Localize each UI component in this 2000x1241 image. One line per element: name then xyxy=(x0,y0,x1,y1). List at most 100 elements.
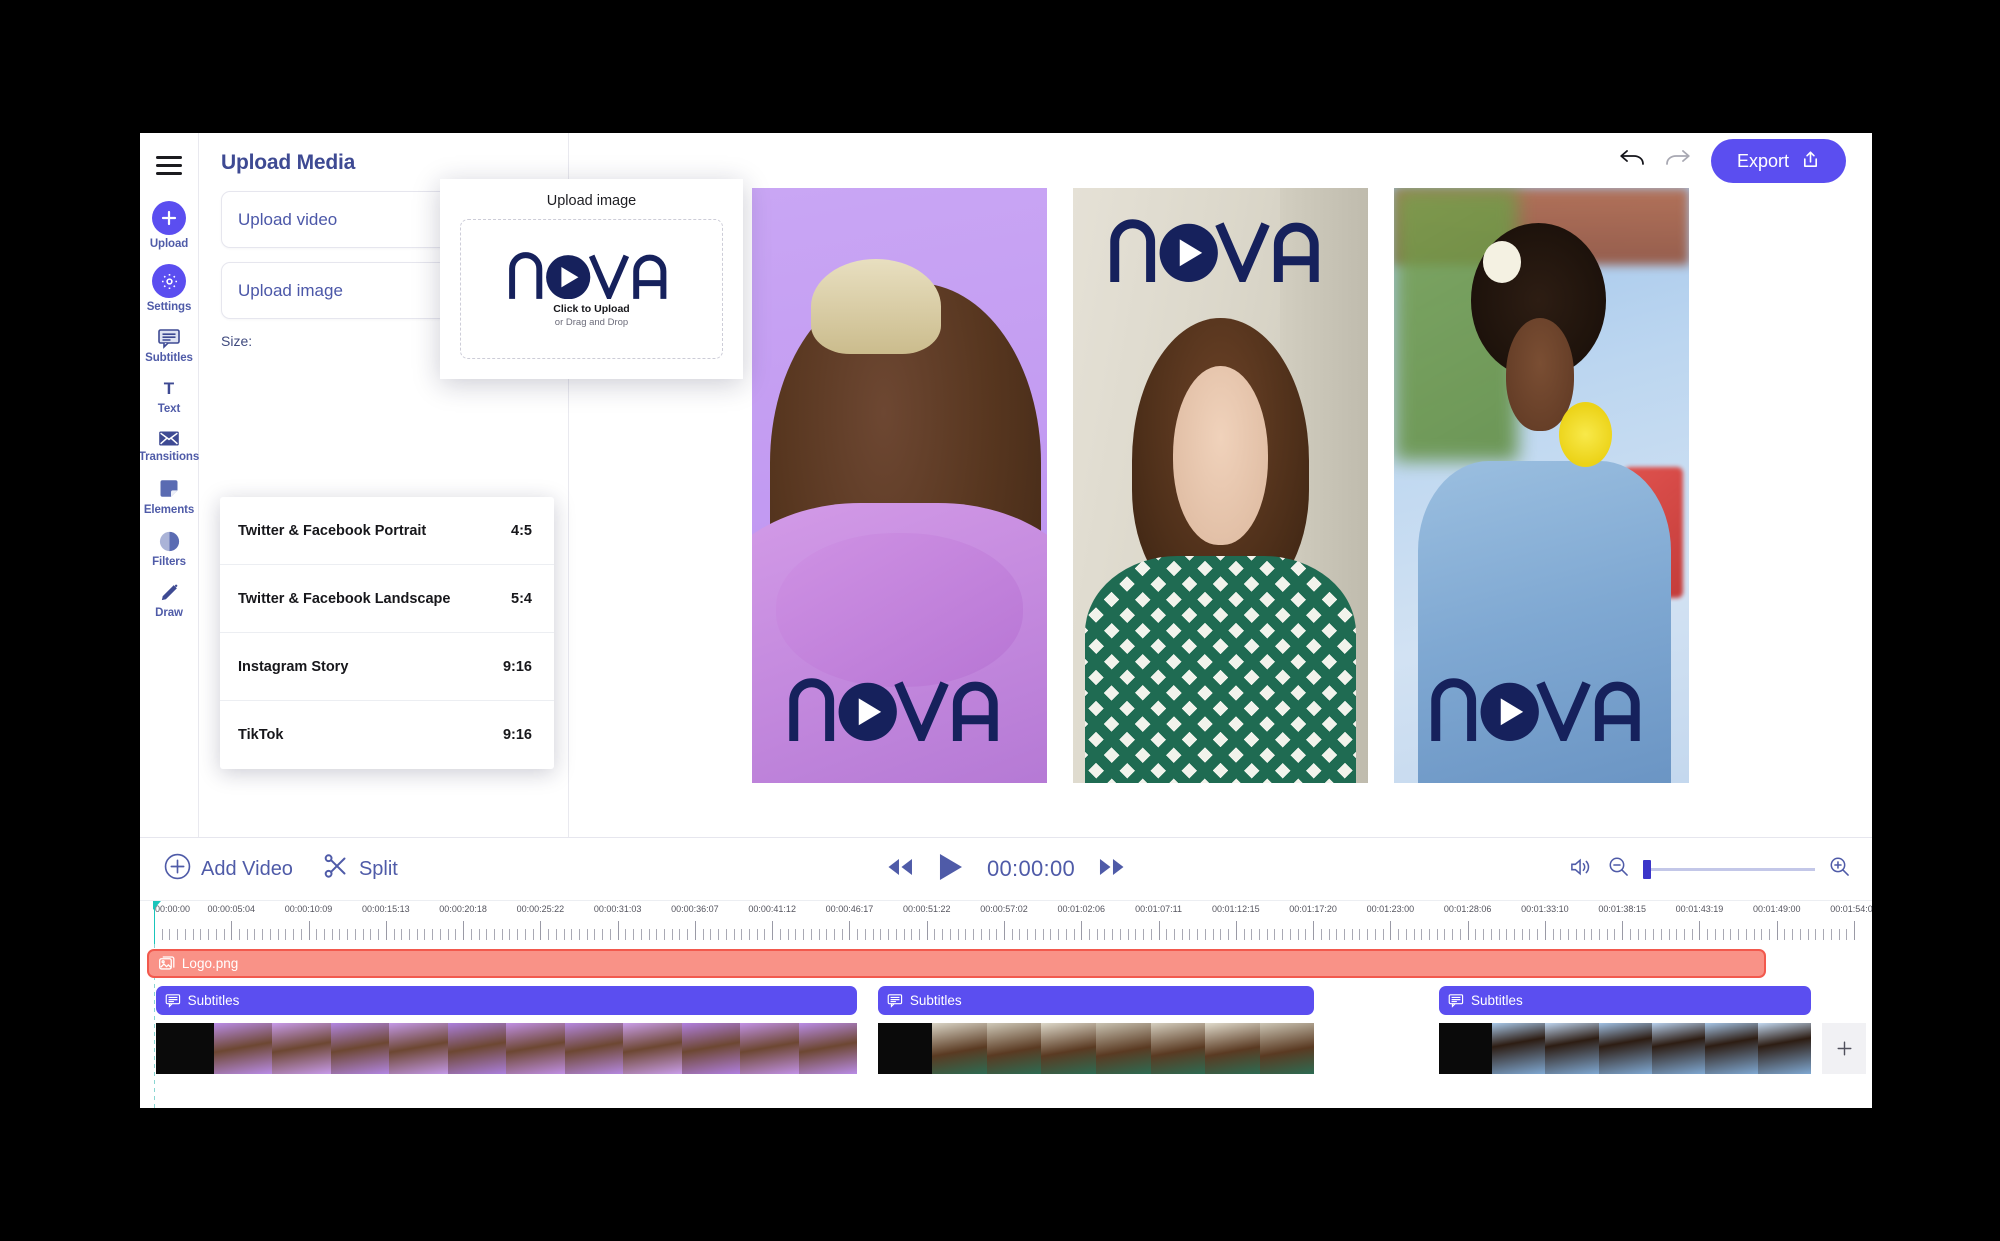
speaker-icon[interactable] xyxy=(1569,856,1594,883)
timeline-ruler[interactable]: 00:00:00 00:00:05:04 00:00:10:09 00:00:15:1… xyxy=(140,900,1872,944)
add-track-button[interactable] xyxy=(1822,1023,1866,1074)
thumbnail-frame xyxy=(798,1023,858,1074)
ruler-tick-minor xyxy=(470,929,472,940)
thumbnail-frame xyxy=(1096,1023,1151,1074)
sidebar-item-draw[interactable]: Draw xyxy=(140,582,198,619)
left-tool-rail: Upload Settings Subtitles T Text Transit… xyxy=(140,133,199,837)
sidebar-item-text[interactable]: T Text xyxy=(140,378,198,415)
thumbnail-frame xyxy=(1598,1023,1652,1074)
ruler-tick-minor xyxy=(640,929,642,940)
speech-bubble-icon xyxy=(887,993,903,1008)
playhead[interactable] xyxy=(153,901,161,944)
image-dropzone[interactable]: Click to Upload or Drag and Drop xyxy=(460,219,723,359)
thumbnail-frame xyxy=(447,1023,507,1074)
sidebar-item-label: Elements xyxy=(143,504,195,516)
rewind-icon[interactable] xyxy=(885,856,915,883)
ruler-tick-minor xyxy=(262,929,264,940)
ruler-tick-minor xyxy=(354,929,356,940)
ruler-tick-minor xyxy=(239,929,240,940)
ruler-tick-major xyxy=(1467,921,1469,940)
thumbnail-group[interactable] xyxy=(1439,1023,1812,1074)
undo-arrow-icon[interactable] xyxy=(1619,149,1645,173)
size-option-tiktok[interactable]: TikTok 9:16 xyxy=(220,701,554,769)
ruler-tick-minor xyxy=(1483,929,1485,940)
size-option-instagram-story[interactable]: Instagram Story 9:16 xyxy=(220,633,554,701)
sidebar-item-filters[interactable]: Filters xyxy=(140,530,198,568)
ruler-tick-minor xyxy=(1382,929,1384,940)
ruler-tick-minor xyxy=(1583,929,1585,940)
timeline-clip-subtitles-2[interactable]: Subtitles xyxy=(877,986,1315,1015)
ruler-tick-minor xyxy=(215,929,217,940)
play-icon[interactable] xyxy=(937,852,965,887)
timeline-clip-subtitles-1[interactable]: Subtitles xyxy=(155,986,858,1015)
sidebar-item-subtitles[interactable]: Subtitles xyxy=(140,327,198,364)
sidebar-item-upload[interactable]: Upload xyxy=(140,201,198,250)
ruler-tick-major xyxy=(617,921,619,940)
ruler-tick-minor xyxy=(424,929,426,940)
zoom-slider[interactable] xyxy=(1643,859,1815,879)
ruler-tick-minor xyxy=(517,929,519,940)
envelope-icon xyxy=(158,429,180,448)
thumbnail-group[interactable] xyxy=(155,1023,858,1074)
preview-card-3[interactable] xyxy=(1394,187,1689,783)
size-option-ratio: 9:16 xyxy=(502,727,532,743)
sidebar-item-label: Upload xyxy=(149,238,189,250)
upload-image-dialog-title: Upload image xyxy=(546,193,637,209)
ruler-tick-label: 00:00:57:02 xyxy=(980,904,1028,914)
ruler-tick-minor xyxy=(1220,929,1222,940)
thumbnail-group[interactable] xyxy=(877,1023,1315,1074)
redo-arrow-icon[interactable] xyxy=(1665,149,1691,173)
ruler-tick-minor xyxy=(949,929,951,940)
ruler-tick-minor xyxy=(269,929,271,940)
timeline-clip-logo[interactable]: Logo.png xyxy=(146,949,1767,978)
ruler-tick-label: 00:00:10:09 xyxy=(284,904,333,914)
size-option-label: TikTok xyxy=(238,727,284,743)
split-button[interactable]: Split xyxy=(323,853,398,885)
preview-card-2[interactable] xyxy=(1073,187,1368,783)
timeline-thumbnail-strip[interactable] xyxy=(140,1023,1872,1074)
zoom-slider-handle[interactable] xyxy=(1643,859,1651,879)
hamburger-menu-icon[interactable] xyxy=(156,156,182,175)
ruler-tick-minor xyxy=(1730,929,1732,940)
ruler-tick-minor xyxy=(648,929,650,940)
thumbnail-frame xyxy=(330,1023,390,1074)
upload-image-dialog: Upload image Click to Upload or Drag and… xyxy=(440,179,743,379)
ruler-tick-minor xyxy=(1050,929,1052,940)
ruler-tick-minor xyxy=(1452,929,1454,940)
zoom-in-icon[interactable] xyxy=(1829,856,1850,882)
ruler-tick-minor xyxy=(656,929,658,940)
ruler-tick-major xyxy=(849,921,851,940)
thumbnail-frame xyxy=(740,1023,799,1074)
ruler-tick-minor xyxy=(1714,929,1716,940)
ruler-tick-minor xyxy=(996,929,998,940)
ruler-tick-minor xyxy=(710,929,712,940)
ruler-tick-minor xyxy=(779,929,781,940)
sidebar-item-elements[interactable]: Elements xyxy=(140,477,198,516)
size-option-twitter-facebook-landscape[interactable]: Twitter & Facebook Landscape 5:4 xyxy=(220,565,554,633)
thumbnail-frame xyxy=(214,1023,273,1074)
size-option-twitter-facebook-portrait[interactable]: Twitter & Facebook Portrait 4:5 xyxy=(220,497,554,565)
export-button-label: Export xyxy=(1736,150,1789,171)
thumbnail-frame xyxy=(506,1023,565,1074)
ruler-tick-minor xyxy=(277,929,279,940)
ruler-tick-minor xyxy=(671,929,673,940)
export-button[interactable]: Export xyxy=(1710,139,1846,183)
thumbnail-frame xyxy=(681,1023,741,1074)
ruler-tick-minor xyxy=(718,929,720,940)
ruler-tick-major xyxy=(694,921,696,940)
contrast-circle-icon xyxy=(158,530,181,553)
preview-card-1[interactable] xyxy=(752,187,1047,783)
zoom-out-icon[interactable] xyxy=(1608,856,1629,882)
timeline-clip-subtitles-3[interactable]: Subtitles xyxy=(1439,986,1812,1015)
ruler-tick-minor xyxy=(756,929,758,940)
ruler-tick-major xyxy=(772,921,774,940)
playback-controls: 00:00:00 xyxy=(885,852,1127,887)
sidebar-item-settings[interactable]: Settings xyxy=(140,264,198,313)
ruler-tick-minor xyxy=(1490,929,1492,940)
sidebar-item-transitions[interactable]: Transitions xyxy=(140,429,199,463)
add-video-button[interactable]: Add Video xyxy=(164,853,293,886)
fast-forward-icon[interactable] xyxy=(1097,856,1127,883)
ruler-tick-minor xyxy=(285,929,287,940)
ruler-tick-minor xyxy=(1753,929,1755,940)
ruler-tick-minor xyxy=(1135,929,1137,940)
